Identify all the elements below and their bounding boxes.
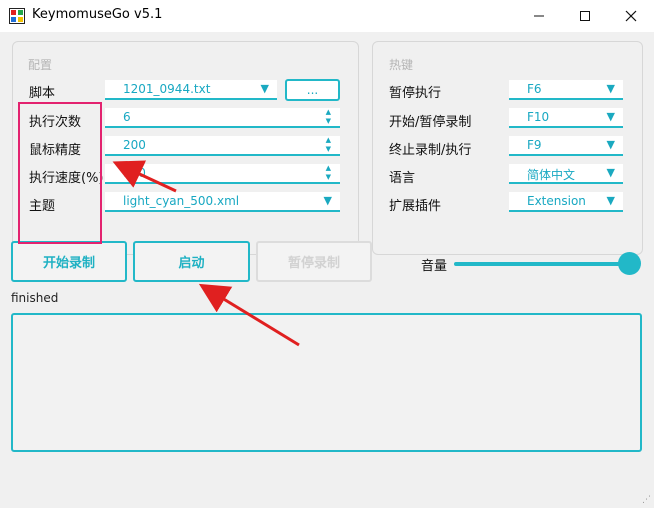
annotation-arrow: [198, 283, 300, 347]
annotation-arrow: [112, 160, 177, 193]
annotation-overlay: [112, 160, 300, 347]
